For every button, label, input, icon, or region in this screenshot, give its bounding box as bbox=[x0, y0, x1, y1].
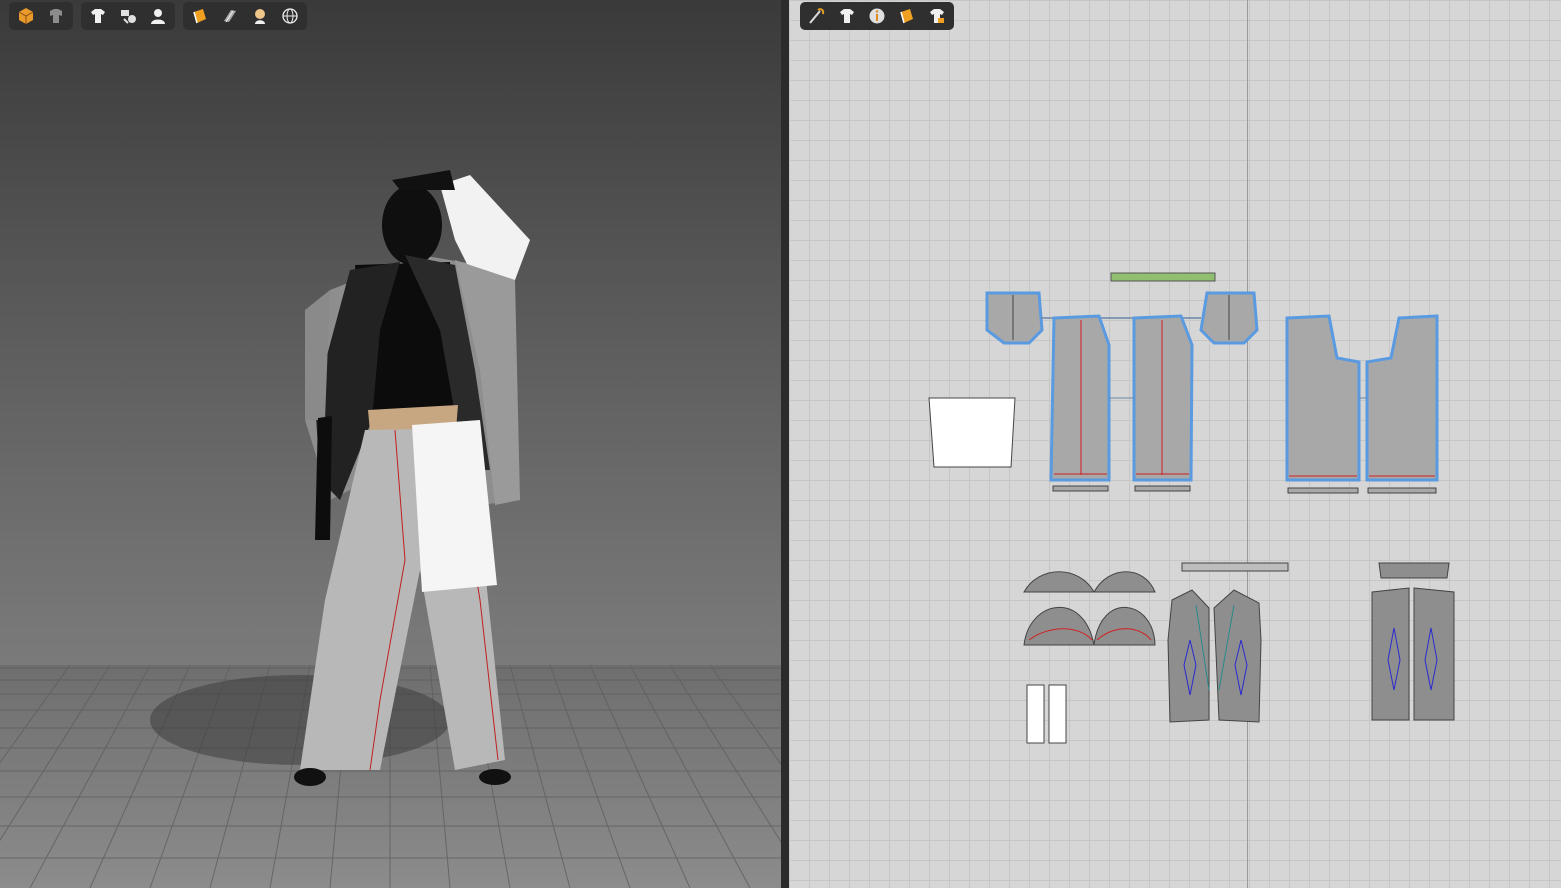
back-yoke-piece bbox=[1378, 562, 1450, 579]
jacket-back-left-piece bbox=[1371, 587, 1410, 721]
viewport-divider[interactable] bbox=[781, 0, 789, 888]
3d-toolbar-group-3 bbox=[183, 2, 307, 30]
cuff-piece bbox=[1048, 684, 1067, 744]
3d-viewport[interactable] bbox=[0, 0, 781, 888]
jacket-front-left-piece bbox=[1167, 589, 1210, 723]
pattern-canvas[interactable] bbox=[789, 0, 1561, 888]
jacket-back-right-piece bbox=[1413, 587, 1455, 721]
avatar-figure[interactable] bbox=[0, 0, 781, 888]
avatar-head bbox=[382, 185, 442, 265]
cuff-piece bbox=[1026, 684, 1045, 744]
collar-band-piece bbox=[1181, 562, 1289, 572]
waistband-strip-piece bbox=[1110, 272, 1216, 282]
hem-strip-piece bbox=[1052, 485, 1109, 492]
collar-piece bbox=[1093, 571, 1156, 593]
trouser-back-right-piece bbox=[1365, 314, 1439, 482]
avatar-icon[interactable] bbox=[147, 5, 169, 27]
trouser-front-right-piece bbox=[1132, 314, 1194, 482]
sleeve-piece bbox=[1093, 606, 1156, 646]
pocket-left-piece bbox=[985, 291, 1044, 345]
box-render-icon[interactable] bbox=[15, 5, 37, 27]
avatar-garment-icon[interactable] bbox=[45, 5, 67, 27]
trouser-front-left-piece bbox=[1049, 314, 1111, 482]
texture-icon[interactable] bbox=[189, 5, 211, 27]
avatar-left-foot bbox=[294, 768, 326, 786]
trouser-back-left-piece bbox=[1285, 314, 1361, 482]
thickness-icon[interactable] bbox=[219, 5, 241, 27]
2d-pattern-viewport[interactable] bbox=[789, 0, 1561, 888]
avatar-right-foot bbox=[479, 769, 511, 785]
sleeve-piece bbox=[1023, 606, 1095, 646]
fabric-swatch-icon[interactable] bbox=[117, 5, 139, 27]
hem-strip-piece bbox=[1134, 485, 1191, 492]
hem-strip-piece bbox=[1287, 487, 1359, 494]
3d-toolbar-group-2 bbox=[81, 2, 175, 30]
collar-piece bbox=[1023, 571, 1095, 593]
skin-icon[interactable] bbox=[249, 5, 271, 27]
3d-toolbar-group-1 bbox=[9, 2, 73, 30]
globe-icon[interactable] bbox=[279, 5, 301, 27]
avatar-hand-head bbox=[392, 170, 455, 190]
hem-strip-piece bbox=[1367, 487, 1437, 494]
apron-piece bbox=[928, 397, 1016, 468]
tshirt-icon[interactable] bbox=[87, 5, 109, 27]
